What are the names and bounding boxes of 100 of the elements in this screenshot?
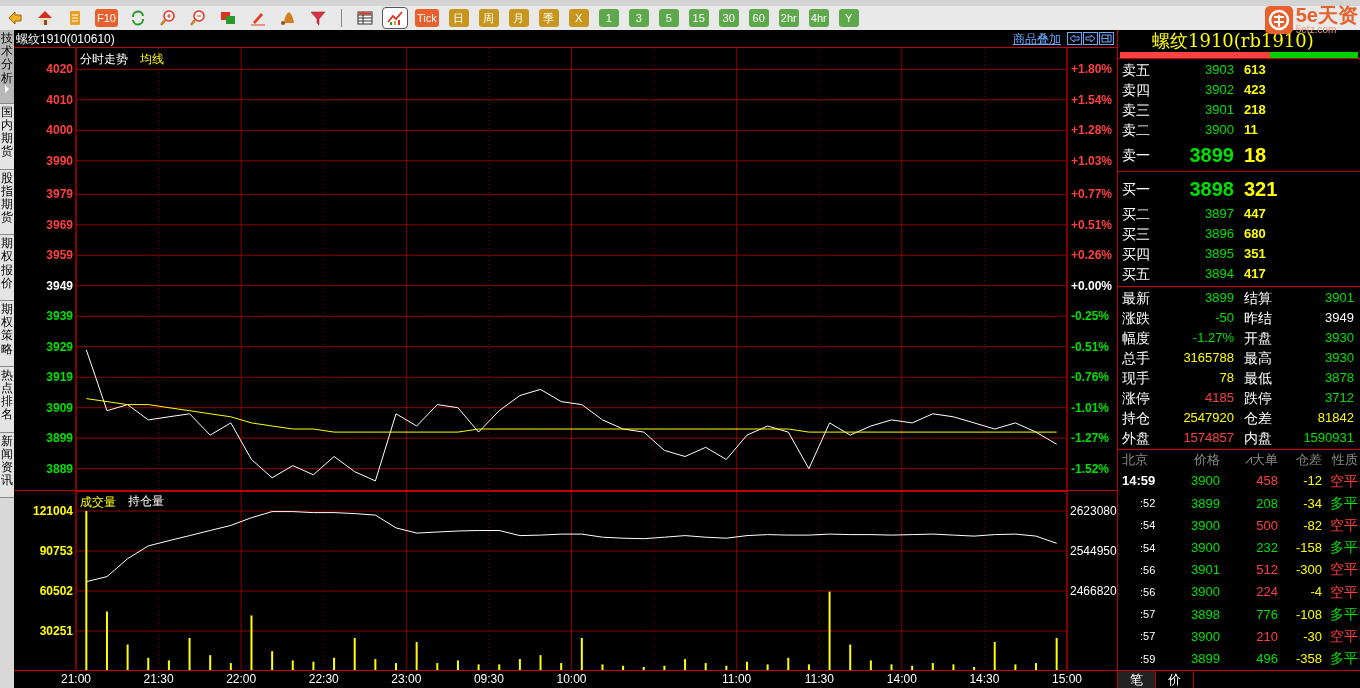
percent-axis-label: +1.28%	[1071, 123, 1113, 138]
left-arrow-icon	[1069, 34, 1080, 43]
volume-bar	[498, 664, 501, 671]
stat-label: 最低	[1244, 368, 1273, 388]
period-button[interactable]: 30	[718, 9, 739, 27]
period-button[interactable]: 3	[628, 9, 649, 27]
pen-icon	[249, 10, 266, 26]
stat-label: 持仓	[1122, 408, 1151, 428]
trade-time: :52	[1139, 496, 1157, 512]
volume-bar	[209, 655, 212, 671]
volume-bar	[725, 665, 728, 671]
zoom-out-icon	[189, 10, 206, 26]
volume-bar	[539, 655, 542, 671]
period-button[interactable]: 1	[598, 9, 619, 27]
trade-nature: 空平	[1329, 627, 1359, 647]
volume-bar	[415, 641, 418, 671]
volume-bar	[993, 641, 996, 671]
price-axis-label: 3939	[46, 309, 73, 324]
stat-label: 昨结	[1244, 308, 1273, 328]
period-button[interactable]: 日	[448, 9, 469, 27]
volume-bar	[456, 660, 459, 671]
windows-icon	[219, 10, 236, 26]
stat-label: 仓差	[1244, 408, 1273, 428]
period-button[interactable]: X	[568, 9, 589, 27]
trade-oi-change: -300	[1294, 561, 1322, 580]
price-axis-label: 4000	[46, 123, 73, 138]
time-axis-label: 21:00	[61, 672, 91, 687]
side-tab[interactable]: 新闻资讯	[0, 432, 14, 499]
volume-bar	[931, 663, 934, 671]
volume-bar	[312, 661, 315, 671]
order-price: 3898	[1188, 177, 1234, 202]
line-chart-icon	[386, 10, 403, 26]
table-icon	[356, 10, 373, 26]
order-volume: 613	[1244, 61, 1266, 80]
side-tab[interactable]: 期权策略	[0, 301, 14, 367]
period-button[interactable]: Y	[838, 9, 859, 27]
period-button[interactable]: 季	[538, 9, 559, 27]
stat-value: 78	[1218, 369, 1234, 388]
bell-icon	[279, 10, 296, 26]
left-arrow-button[interactable]	[1067, 32, 1082, 45]
period-button[interactable]: 2hr	[778, 9, 799, 27]
trade-size: 224	[1255, 583, 1278, 602]
period-button[interactable]: 60	[748, 9, 769, 27]
volume-bar	[147, 657, 150, 671]
bottom-tab[interactable]: 笔	[1118, 671, 1156, 688]
period-button[interactable]: 周	[478, 9, 499, 27]
percent-axis-label: -1.01%	[1071, 400, 1110, 415]
volume-bar	[1035, 663, 1038, 671]
percent-axis-label: -0.25%	[1071, 309, 1110, 324]
quote-title: 螺纹1910(rb1910)	[1152, 32, 1314, 50]
stat-label: 现手	[1122, 368, 1151, 388]
overlay-link[interactable]: 商品叠加	[1013, 29, 1061, 48]
period-button[interactable]: F10	[95, 9, 118, 27]
volume-bar	[518, 659, 521, 671]
price-axis-label: 3959	[46, 248, 73, 263]
volume-bar	[333, 657, 336, 671]
stat-value: 4185	[1204, 389, 1234, 408]
price-axis-label: 4010	[46, 92, 73, 107]
side-tab[interactable]: 热点排名	[0, 366, 14, 433]
period-button[interactable]: 4hr	[808, 9, 829, 27]
order-level-label: 卖一	[1121, 145, 1151, 165]
price-axis-label: 3929	[46, 339, 73, 354]
trade-nature: 多平	[1329, 538, 1359, 558]
price-axis-label: 3899	[46, 431, 73, 446]
chart-title: 螺纹1910(010610)	[16, 30, 115, 48]
stat-value: -50	[1214, 309, 1234, 328]
time-axis-label: 11:30	[804, 672, 834, 687]
funnel-icon	[309, 10, 326, 26]
volume-bar	[477, 664, 480, 671]
stat-value: 1590931	[1302, 429, 1354, 448]
side-tab[interactable]: 期权报价	[0, 235, 14, 301]
line-chart-button[interactable]	[381, 7, 408, 29]
right-arrow-button[interactable]	[1083, 32, 1098, 45]
time-axis-label: 14:30	[969, 672, 1000, 687]
order-level-label: 卖四	[1121, 80, 1151, 100]
volume-bar	[663, 665, 666, 671]
period-button[interactable]: Tick	[414, 9, 439, 27]
price-axis-label: 3969	[46, 217, 73, 232]
period-button[interactable]: 月	[508, 9, 529, 27]
trade-price: 3899	[1190, 494, 1220, 513]
order-price: 3895	[1204, 245, 1234, 264]
time-axis-label: 14:00	[886, 672, 917, 687]
trade-nature: 空平	[1329, 516, 1359, 536]
side-tab[interactable]: 股指期货	[0, 169, 14, 236]
layout-button[interactable]	[1099, 32, 1114, 45]
volume-bar	[601, 664, 604, 671]
side-tab[interactable]: 技术分析	[0, 30, 14, 104]
price-axis-label: 3909	[46, 400, 73, 415]
trade-nature: 多平	[1329, 649, 1359, 669]
stat-label: 涨跌	[1122, 308, 1151, 328]
stat-value: 3899	[1204, 289, 1234, 308]
trade-size: 208	[1255, 494, 1278, 513]
order-price: 3894	[1204, 265, 1234, 284]
trade-nature: 空平	[1329, 560, 1359, 580]
side-tab[interactable]: 国内期货	[0, 103, 14, 170]
legend-label: 成交量	[80, 495, 116, 509]
period-button[interactable]: 15	[688, 9, 709, 27]
time-axis-label: 21:30	[143, 672, 174, 687]
volume-bar	[642, 667, 645, 671]
period-button[interactable]: 5	[658, 9, 679, 27]
